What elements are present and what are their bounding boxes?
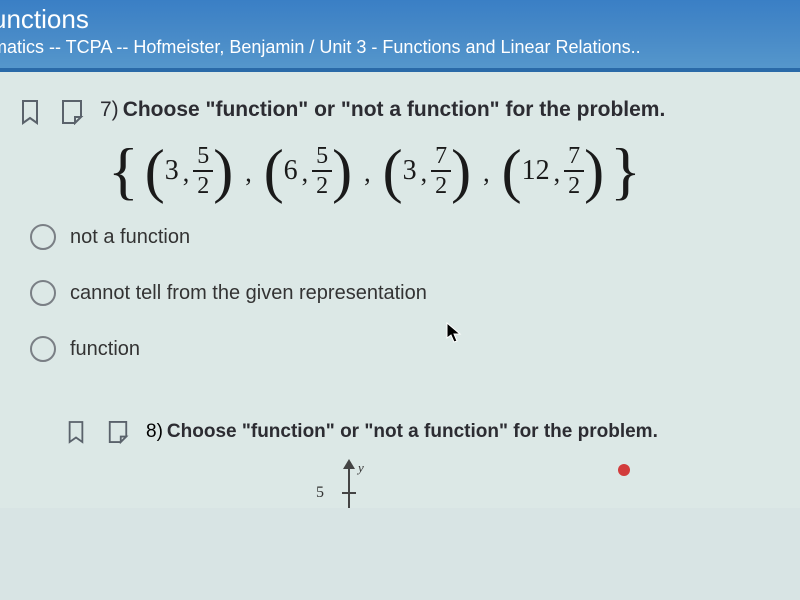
math-expression: { ( 3 , 52 ) , ( 6 , 52 ) , ( 3 , 72 bbox=[16, 126, 790, 216]
axis-tick bbox=[342, 492, 356, 494]
bookmark-icon[interactable] bbox=[62, 418, 90, 446]
question-number: 7) bbox=[100, 98, 119, 121]
tick-label: 5 bbox=[316, 484, 324, 502]
note-icon[interactable] bbox=[58, 98, 86, 126]
note-icon[interactable] bbox=[104, 418, 132, 446]
radio-icon[interactable] bbox=[30, 336, 56, 362]
option-cannot-tell[interactable]: cannot tell from the given representatio… bbox=[30, 280, 790, 306]
question-7: 7)Choose "function" or "not a function" … bbox=[16, 98, 790, 362]
question-8-text: 8)Choose "function" or "not a function" … bbox=[146, 421, 658, 443]
question-prompt: Choose "function" or "not a function" fo… bbox=[167, 421, 658, 442]
question-number: 8) bbox=[146, 421, 163, 442]
ordered-pair-1: ( 3 , 52 ) bbox=[145, 144, 233, 198]
bookmark-icon[interactable] bbox=[16, 98, 44, 126]
option-not-a-function[interactable]: not a function bbox=[30, 224, 790, 250]
question-8: 8)Choose "function" or "not a function" … bbox=[16, 418, 790, 446]
ordered-pair-2: ( 6 , 52 ) bbox=[264, 144, 352, 198]
option-label: function bbox=[70, 338, 140, 361]
graph-axis-fragment: 5 y bbox=[16, 462, 790, 508]
option-label: not a function bbox=[70, 226, 190, 249]
breadcrumb[interactable]: matics -- TCPA -- Hofmeister, Benjamin /… bbox=[0, 35, 800, 58]
ordered-pair-3: ( 3 , 72 ) bbox=[383, 144, 471, 198]
content-area: 7)Choose "function" or "not a function" … bbox=[0, 72, 800, 508]
page-title: unctions bbox=[0, 4, 800, 35]
radio-icon[interactable] bbox=[30, 224, 56, 250]
answer-options: not a function cannot tell from the give… bbox=[16, 216, 790, 362]
question-7-text: 7)Choose "function" or "not a function" … bbox=[100, 98, 665, 122]
plot-point bbox=[618, 464, 630, 476]
question-prompt: Choose "function" or "not a function" fo… bbox=[123, 98, 666, 121]
left-brace: { bbox=[108, 149, 139, 194]
ordered-pair-4: ( 12 , 72 ) bbox=[502, 144, 604, 198]
option-label: cannot tell from the given representatio… bbox=[70, 282, 427, 305]
radio-icon[interactable] bbox=[30, 280, 56, 306]
page-header: unctions matics -- TCPA -- Hofmeister, B… bbox=[0, 0, 800, 72]
axis-label: y bbox=[358, 460, 364, 476]
y-axis bbox=[348, 462, 350, 508]
right-brace: } bbox=[610, 149, 641, 194]
option-function[interactable]: function bbox=[30, 336, 790, 362]
